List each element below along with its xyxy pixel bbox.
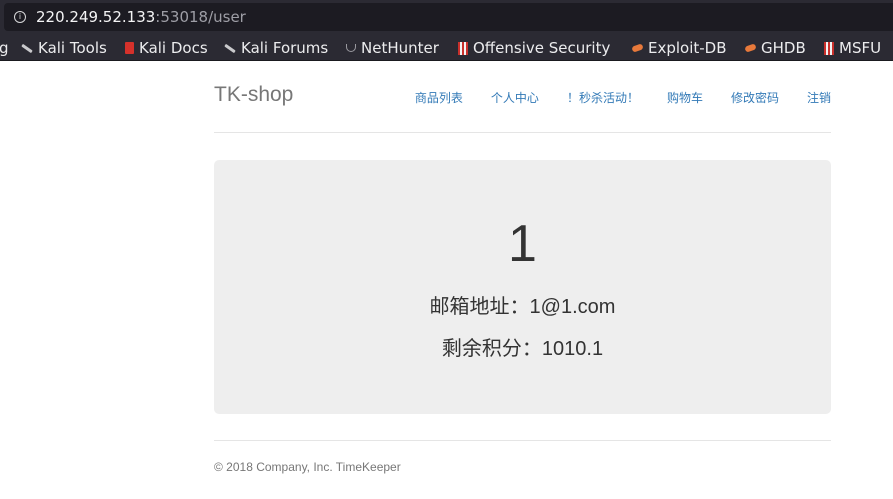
bookmark-kali-tools[interactable]: Kali Tools bbox=[21, 38, 107, 58]
page-container: TK-shop 商品列表 个人中心 ！秒杀活动！ 购物车 修改密码 注销 1 邮… bbox=[214, 61, 831, 474]
nav-change-password[interactable]: 修改密码 bbox=[731, 89, 779, 106]
bookmark-label: g bbox=[0, 39, 9, 57]
nav-logout[interactable]: 注销 bbox=[807, 89, 831, 106]
bookmark-label: Kali Forums bbox=[241, 39, 329, 57]
user-profile-panel: 1 邮箱地址：1@1.com 剩余积分：1010.1 bbox=[214, 160, 831, 414]
bookmark-kali-forums[interactable]: Kali Forums bbox=[224, 38, 328, 58]
nav-product-list[interactable]: 商品列表 bbox=[415, 89, 463, 106]
nav-flash-sale[interactable]: ！秒杀活动！ bbox=[567, 89, 639, 106]
exploitdb-icon bbox=[631, 43, 644, 53]
url-path: :53018/user bbox=[155, 8, 246, 26]
user-name: 1 bbox=[508, 215, 537, 273]
bookmark-label: NetHunter bbox=[361, 39, 439, 57]
bookmark-msfu[interactable]: MSFU bbox=[824, 38, 881, 58]
exploitdb-icon bbox=[744, 43, 757, 53]
bookmark-offensive-security[interactable]: Offensive Security bbox=[458, 38, 610, 58]
main-nav: 商品列表 个人中心 ！秒杀活动！ 购物车 修改密码 注销 bbox=[415, 89, 831, 106]
bookmark-partial[interactable]: g bbox=[0, 38, 9, 58]
site-header: TK-shop 商品列表 个人中心 ！秒杀活动！ 购物车 修改密码 注销 bbox=[214, 61, 831, 133]
bookmark-label: Kali Docs bbox=[139, 39, 208, 57]
address-field[interactable]: i 220.249.52.133:53018/user bbox=[4, 3, 893, 31]
kali-docs-icon bbox=[125, 42, 134, 54]
bookmark-kali-docs[interactable]: Kali Docs bbox=[125, 38, 208, 58]
nethunter-icon bbox=[346, 44, 356, 52]
nav-cart[interactable]: 购物车 bbox=[667, 89, 703, 106]
browser-url-bar: i 220.249.52.133:53018/user bbox=[0, 0, 893, 34]
nav-user-center[interactable]: 个人中心 bbox=[491, 89, 539, 106]
bookmark-nethunter[interactable]: NetHunter bbox=[346, 38, 439, 58]
bookmark-ghdb[interactable]: GHDB bbox=[744, 38, 806, 58]
kali-dragon-icon bbox=[224, 43, 236, 53]
bookmark-label: GHDB bbox=[761, 39, 806, 57]
site-info-icon[interactable]: i bbox=[14, 11, 26, 23]
bookmark-label: Exploit-DB bbox=[648, 39, 727, 57]
bookmark-label: Offensive Security bbox=[473, 39, 611, 57]
user-points: 剩余积分：1010.1 bbox=[441, 338, 604, 360]
bookmarks-bar: g Kali Tools Kali Docs Kali Forums NetHu… bbox=[0, 34, 893, 61]
offsec-icon bbox=[824, 41, 834, 55]
bookmark-label: MSFU bbox=[839, 39, 882, 57]
offsec-icon bbox=[458, 41, 468, 55]
kali-dragon-icon bbox=[21, 43, 33, 53]
site-footer: © 2018 Company, Inc. TimeKeeper bbox=[214, 440, 831, 499]
footer-copyright: © 2018 Company, Inc. TimeKeeper bbox=[214, 460, 401, 474]
url-text[interactable]: 220.249.52.133:53018/user bbox=[36, 8, 246, 26]
bookmark-exploit-db[interactable]: Exploit-DB bbox=[631, 38, 727, 58]
user-email: 邮箱地址：1@1.com bbox=[429, 296, 616, 318]
url-host: 220.249.52.133 bbox=[36, 8, 156, 26]
site-brand: TK-shop bbox=[214, 83, 294, 106]
bookmark-label: Kali Tools bbox=[38, 39, 107, 57]
